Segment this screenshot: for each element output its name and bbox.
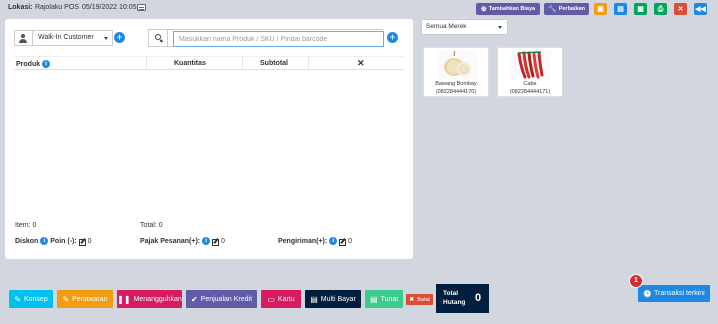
product-sku: (082284444170) bbox=[435, 89, 477, 95]
brand-filter-select[interactable]: Semua Merek bbox=[421, 19, 508, 35]
customer-select-value: Walk-In Customer bbox=[38, 34, 94, 41]
wrench-icon: 🔧 bbox=[547, 5, 557, 13]
credit-card-icon: ▭ bbox=[267, 294, 275, 304]
column-subtotal: Subtotal bbox=[260, 60, 288, 67]
info-icon[interactable]: i bbox=[329, 237, 338, 245]
info-icon[interactable]: i bbox=[40, 237, 49, 245]
notification-badge: 1 bbox=[629, 274, 643, 288]
shipping-summary: Pengiriman(+): i 0 bbox=[278, 237, 352, 246]
money-icon: ▤ bbox=[370, 294, 378, 304]
keyboard-icon[interactable] bbox=[137, 4, 146, 11]
current-datetime: 05/19/2022 10:05 bbox=[82, 4, 137, 11]
info-icon[interactable]: i bbox=[202, 237, 211, 245]
add-expense-label: Tambahkan Biaya bbox=[488, 6, 536, 12]
product-search-input[interactable] bbox=[173, 31, 384, 47]
register-details-button[interactable]: ▤ bbox=[614, 3, 627, 15]
add-customer-button[interactable]: + bbox=[114, 32, 125, 43]
column-product: Produk i bbox=[16, 60, 51, 68]
product-search bbox=[148, 29, 384, 47]
info-icon[interactable]: i bbox=[42, 60, 51, 68]
product-sku: (082284444171) bbox=[509, 89, 551, 95]
edit-tax-icon[interactable] bbox=[212, 238, 220, 246]
money-icon: ▤ bbox=[310, 294, 318, 304]
chevron-down-icon bbox=[104, 37, 108, 40]
repair-label: Perbaikan bbox=[558, 6, 585, 12]
plus-circle-icon: ⊕ bbox=[480, 5, 487, 13]
search-icon bbox=[155, 34, 161, 40]
recent-transactions-button[interactable]: 🕒 Transaksi terkini bbox=[638, 285, 710, 302]
user-icon bbox=[19, 34, 28, 43]
total-due-value: 0 bbox=[475, 292, 482, 304]
multi-pay-button[interactable]: ▤ Multi Bayar bbox=[305, 290, 361, 308]
product-card-onion[interactable]: Bawang Bombay (082284444170) bbox=[423, 47, 489, 97]
briefcase-icon: ▤ bbox=[617, 5, 624, 13]
total-amount: Total: 0 bbox=[140, 222, 163, 229]
cart-panel: Walk-In Customer + + Produk i Kuantitas … bbox=[5, 19, 413, 259]
backward-icon: ◀◀ bbox=[695, 5, 706, 13]
repair-button[interactable]: 🔧 Perbaikan bbox=[544, 3, 589, 15]
chevron-down-icon bbox=[498, 26, 502, 29]
cart-table-header: Produk i Kuantitas Subtotal ✕ bbox=[14, 56, 404, 71]
items-count: Item: 0 bbox=[15, 222, 37, 229]
register-icon: ▣ bbox=[597, 5, 604, 13]
card-button[interactable]: ▭ Kartu bbox=[261, 290, 301, 308]
edit-shipping-icon[interactable] bbox=[339, 238, 347, 246]
add-product-button[interactable]: + bbox=[387, 32, 398, 43]
total-due-box: Total Hutang 0 bbox=[436, 284, 489, 313]
back-button[interactable]: ◀◀ bbox=[694, 3, 707, 15]
draft-button[interactable]: ✎ Konsep bbox=[9, 290, 53, 308]
top-bar: Lokasi: Rajolaku POS 05/19/2022 10:05 ⊕ … bbox=[0, 0, 718, 18]
calculator-icon: ▦ bbox=[637, 5, 644, 13]
column-quantity: Kuantitas bbox=[174, 60, 206, 67]
edit-icon: ✎ bbox=[62, 294, 70, 304]
calculator-button[interactable]: ▦ bbox=[634, 3, 647, 15]
tax-summary: Pajak Pesanan(+): i 0 bbox=[140, 237, 225, 246]
product-name: Cabe bbox=[523, 81, 537, 87]
location-value: Rajolaku POS bbox=[35, 4, 79, 11]
location-label: Lokasi: bbox=[8, 4, 33, 11]
close-pos-button[interactable]: ✕ bbox=[674, 3, 687, 15]
onion-image bbox=[437, 50, 477, 79]
credit-sale-button[interactable]: ✔ Penjualan Kredit bbox=[186, 290, 257, 308]
suspend-button[interactable]: ❚❚ Menangguhkan bbox=[117, 290, 182, 308]
edit-icon: ✎ bbox=[14, 294, 21, 304]
close-icon: ✕ bbox=[677, 5, 684, 13]
brand-filter-value: Semua Merek bbox=[426, 23, 467, 30]
clock-icon: 🕒 bbox=[643, 290, 652, 298]
product-name: Bawang Bombay bbox=[435, 81, 477, 87]
add-expense-button[interactable]: ⊕ Tambahkan Biaya bbox=[476, 3, 540, 15]
cancel-button[interactable]: ✖ Batal bbox=[406, 294, 433, 305]
edit-discount-icon[interactable] bbox=[78, 238, 86, 246]
discount-summary: Diskon i Poin (-): 0 bbox=[15, 237, 92, 246]
chili-image bbox=[511, 50, 551, 79]
quotation-button[interactable]: ✎ Penawaran bbox=[57, 290, 113, 308]
close-register-button[interactable]: ▣ bbox=[594, 3, 607, 15]
column-remove-icon: ✕ bbox=[357, 58, 365, 68]
pause-icon: ❚❚ bbox=[117, 294, 131, 304]
customer-select[interactable]: Walk-In Customer bbox=[14, 30, 113, 46]
close-icon: ✖ bbox=[409, 297, 415, 303]
total-due-label: Total Hutang bbox=[443, 290, 466, 306]
cash-button[interactable]: ▤ Tunai bbox=[365, 290, 403, 308]
product-card-chili[interactable]: Cabe (082284444171) bbox=[497, 47, 563, 97]
print-button[interactable]: ⎙ bbox=[654, 3, 667, 15]
print-icon: ⎙ bbox=[657, 5, 664, 13]
check-icon: ✔ bbox=[190, 294, 198, 304]
